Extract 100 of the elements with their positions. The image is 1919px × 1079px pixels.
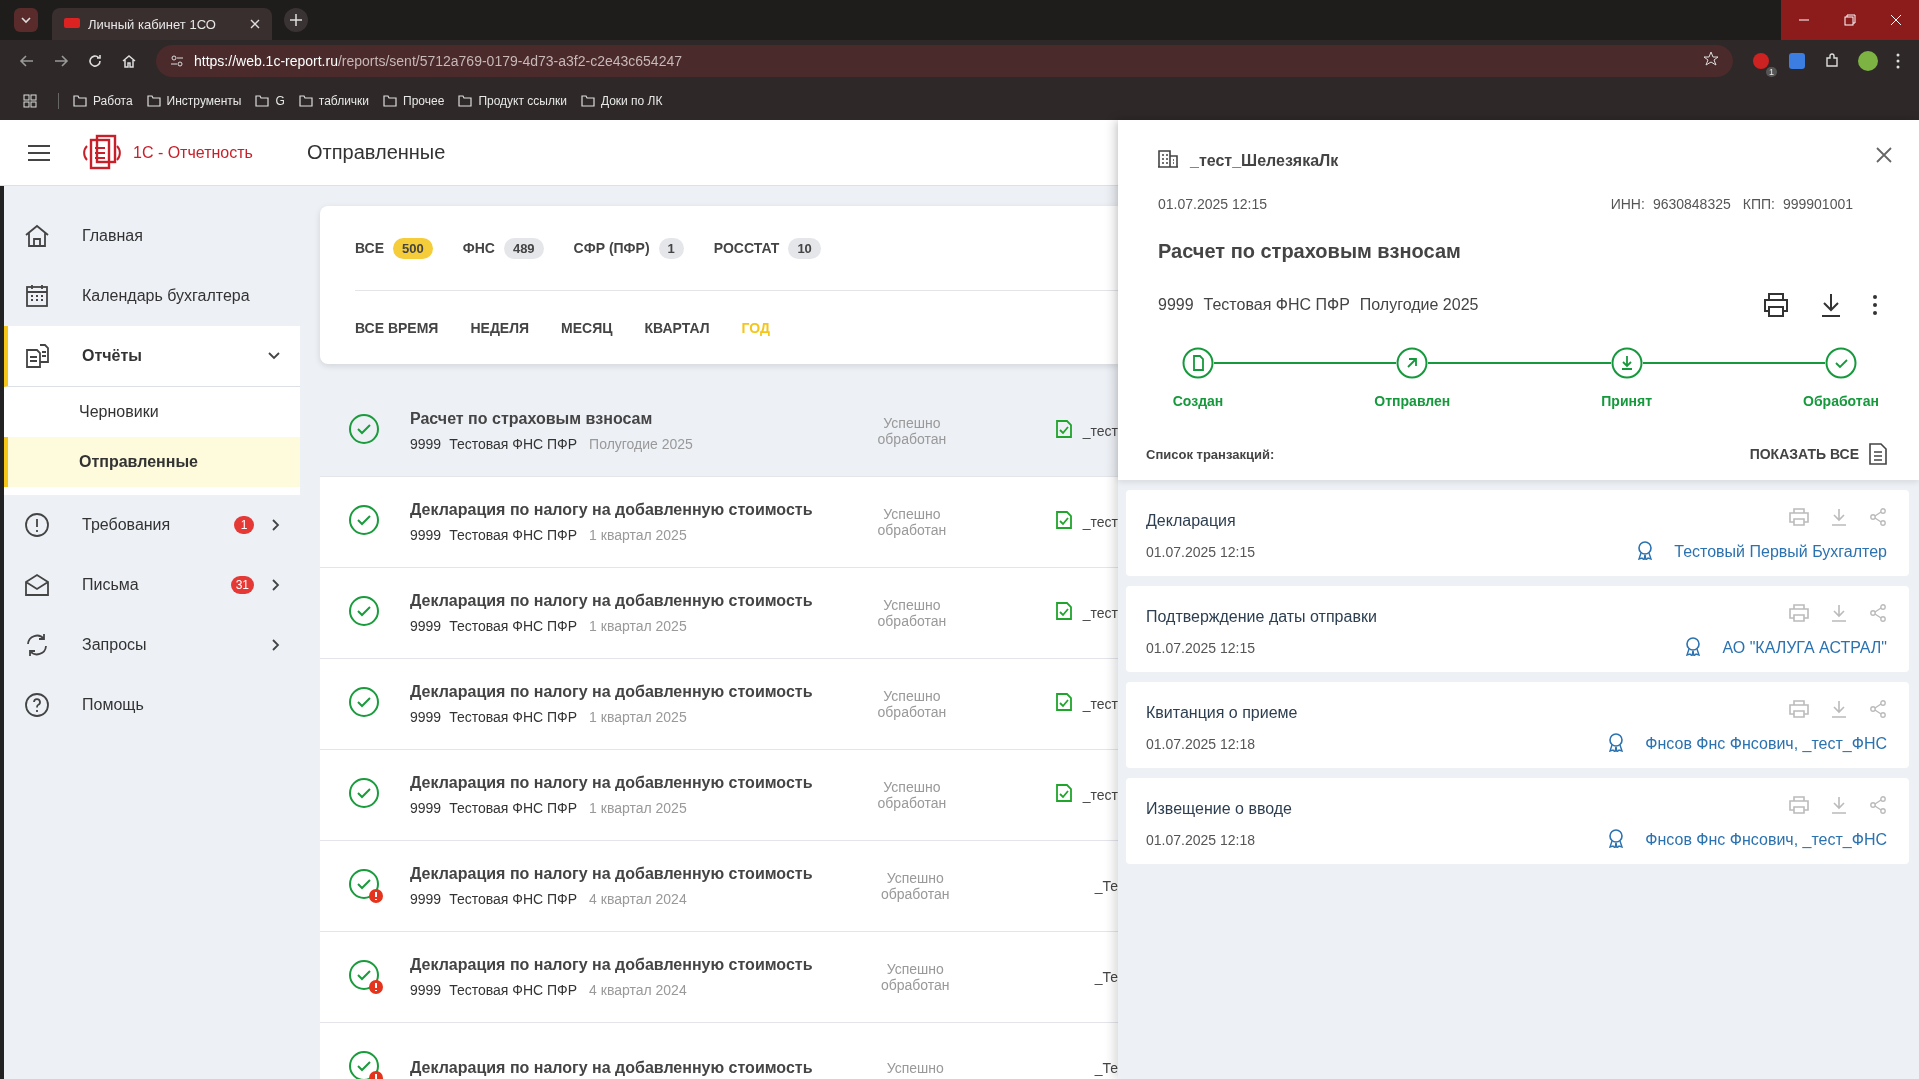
sidebar-item[interactable]: Календарь бухгалтера — [4, 266, 300, 326]
count-badge: 1 — [658, 237, 684, 259]
report-code: 9999 — [410, 800, 442, 816]
folder-icon — [383, 95, 398, 107]
report-sender: _Те — [1094, 878, 1118, 894]
print-icon[interactable] — [1763, 293, 1789, 317]
report-sender: _Те — [1094, 969, 1118, 985]
report-row[interactable]: Декларация по налогу на добавленную стоимость 9999 Тестовая ФНС ПФР 1 квартал 2025 Успешно обработан _тест — [320, 750, 1118, 841]
signer-link[interactable]: Фнсов Фнс Фнсович, _тест_ФНС — [1645, 735, 1887, 753]
documents-icon — [24, 343, 50, 369]
download-icon[interactable] — [1821, 293, 1841, 317]
chevron-right-icon — [272, 519, 280, 531]
report-org: Тестовая ФНС ПФР — [449, 527, 578, 543]
period-tab[interactable]: НЕДЕЛЯ — [470, 319, 530, 336]
report-org: Тестовая ФНС ПФР — [449, 800, 578, 816]
period-tab[interactable]: ВСЕ ВРЕМЯ — [355, 319, 439, 336]
signer-link[interactable]: АО "КАЛУГА АСТРАЛ" — [1722, 639, 1887, 657]
browser-tab[interactable]: Личный кабинет 1СО — [52, 8, 272, 40]
transaction-date: 01.07.2025 12:18 — [1146, 736, 1255, 752]
filter-tab[interactable]: ВСЕ 500 — [355, 237, 433, 259]
logo-icon — [81, 133, 121, 172]
report-row[interactable]: Декларация по налогу на добавленную стоимость 9999 Тестовая ФНС ПФР 4 квартал 2024 Успешно обработан _Те — [320, 841, 1118, 932]
show-all-button[interactable]: ПОКАЗАТЬ ВСЕ — [1749, 443, 1887, 465]
more-icon[interactable] — [1873, 295, 1877, 315]
close-icon[interactable] — [1876, 147, 1892, 163]
filter-tab[interactable]: ФНС 489 — [462, 237, 544, 259]
page-title: Отправленные — [307, 141, 446, 164]
sidebar-subitem[interactable]: Отправленные — [4, 437, 300, 487]
sidebar-item[interactable]: Запросы — [4, 615, 300, 675]
report-status: Успешно обработан — [876, 506, 948, 538]
transaction-title: Подтверждение даты отправки — [1146, 608, 1377, 626]
tab-search-icon[interactable] — [14, 8, 38, 32]
bookmark[interactable]: Доки по ЛК — [580, 94, 663, 108]
transaction-card[interactable]: Извещение о вводе 01.07.2025 12:18 Фнсов Фнс Фнсович, _тест_ФНС — [1126, 778, 1909, 864]
report-code: 9999 — [410, 982, 442, 998]
report-row[interactable]: Декларация по налогу на добавленную стоимость 9999 Тестовая ФНС ПФР 1 квартал 2025 Успешно обработан _тест — [320, 477, 1118, 568]
transaction-title: Квитанция о приеме — [1146, 704, 1298, 722]
folder-icon — [146, 95, 161, 107]
calendar-icon — [24, 283, 50, 309]
bookmark[interactable]: Продукт ссылки — [458, 94, 567, 108]
transaction-card[interactable]: Подтверждение даты отправки 01.07.2025 12:15 АО "КАЛУГА АСТРАЛ" — [1126, 586, 1909, 672]
transaction-date: 01.07.2025 12:15 — [1146, 544, 1255, 560]
report-row[interactable]: Декларация по налогу на добавленную стоимость 9999 Тестовая ФНС ПФР 4 квартал 2024 Успешно обработан _Те — [320, 932, 1118, 1023]
bookmark[interactable]: таблички — [298, 94, 370, 108]
transaction-card[interactable]: Декларация 01.07.2025 12:15 Тестовый Первый Бухгалтер — [1126, 490, 1909, 576]
sidebar-item[interactable]: Помощь — [4, 675, 300, 735]
report-code: 9999 — [410, 618, 442, 634]
chevron-right-icon — [272, 639, 280, 651]
period-tab[interactable]: МЕСЯЦ — [561, 319, 613, 336]
folder-icon — [298, 95, 313, 107]
sent-date: 01.07.2025 12:15 — [1158, 196, 1267, 212]
sidebar-item[interactable]: Главная — [4, 206, 300, 266]
sidebar-item[interactable]: Требования 1 — [4, 495, 300, 555]
home-icon — [24, 223, 50, 249]
report-org: Тестовая ФНС ПФР — [449, 982, 578, 998]
report-row[interactable]: Расчет по страховым взносам 9999 Тестовая ФНС ПФР Полугодие 2025 Успешно обработан _тест — [320, 386, 1118, 477]
transaction-date: 01.07.2025 12:15 — [1146, 640, 1255, 656]
report-title: Декларация по налогу на добавленную стоимость — [410, 865, 814, 883]
report-period: 1 квартал 2025 — [589, 527, 687, 543]
report-status: Успешно обработан — [876, 415, 948, 447]
step-label: Принят — [1601, 393, 1652, 409]
report-status: Успешно — [885, 1060, 945, 1076]
report-row[interactable]: Декларация по налогу на добавленную стоимость 9999 Тестовая ФНС ПФР 1 квартал 2025 Успешно обработан _тест — [320, 659, 1118, 750]
sidebar-subitem[interactable]: Черновики — [4, 387, 300, 437]
address-bar[interactable]: https://web.1c-report.ru/reports/sent/5712a769-0179-4d73-a3f2-c2e43c654247 — [156, 45, 1733, 77]
logo-text[interactable]: 1С - Отчетность — [133, 143, 283, 162]
report-title: Декларация по налогу на добавленную стоимость — [410, 774, 814, 792]
folder-icon — [255, 95, 270, 107]
folder-icon — [458, 95, 473, 107]
period-tab[interactable]: КВАРТАЛ — [644, 319, 710, 336]
bookmark[interactable]: G — [255, 94, 285, 108]
report-title: Декларация по налогу на добавленную стоимость — [410, 683, 814, 701]
inn-label: ИНН: — [1610, 196, 1645, 212]
report-status: Успешно обработан — [876, 597, 948, 629]
site-settings-icon[interactable] — [170, 54, 184, 68]
report-title: Декларация по налогу на добавленную стоимость — [410, 592, 814, 610]
report-org: Тестовая ФНС ПФР — [449, 891, 578, 907]
transaction-card[interactable]: Квитанция о приеме 01.07.2025 12:18 Фнсов Фнс Фнсович, _тест_ФНС — [1126, 682, 1909, 768]
signer-link[interactable]: Тестовый Первый Бухгалтер — [1674, 543, 1887, 561]
menu-icon[interactable] — [27, 143, 51, 162]
chevron-right-icon — [272, 579, 280, 591]
bookmark[interactable]: Работа — [73, 94, 133, 108]
extension-icon[interactable] — [1752, 52, 1770, 70]
sidebar-item[interactable]: Письма 31 — [4, 555, 300, 615]
plus-icon[interactable] — [284, 8, 308, 32]
report-title: Декларация по налогу на добавленную стоимость — [410, 501, 814, 519]
folder-icon — [73, 95, 87, 107]
bookmark[interactable]: Инструменты — [146, 94, 242, 108]
bookmark[interactable]: Прочее — [383, 94, 445, 108]
extension-badge: 1 — [1766, 67, 1777, 77]
filter-tab[interactable]: РОССТАТ 10 — [713, 237, 821, 259]
sidebar-item[interactable]: Отчёты — [4, 326, 300, 387]
report-period: 1 квартал 2025 — [589, 709, 687, 725]
report-sender: _тест — [1082, 605, 1118, 621]
report-row[interactable]: Декларация по налогу на добавленную стоимость 9999 Тестовая ФНС ПФР 1 квартал 2025 Успешно обработан _тест — [320, 568, 1118, 659]
filter-tab[interactable]: СФР (ПФР) 1 — [573, 237, 684, 259]
signer-link[interactable]: Фнсов Фнс Фнсович, _тест_ФНС — [1645, 831, 1887, 849]
count-badge: 500 — [393, 237, 433, 259]
report-org: Тестовая ФНС ПФР — [1203, 296, 1350, 314]
folder-icon — [580, 95, 595, 107]
